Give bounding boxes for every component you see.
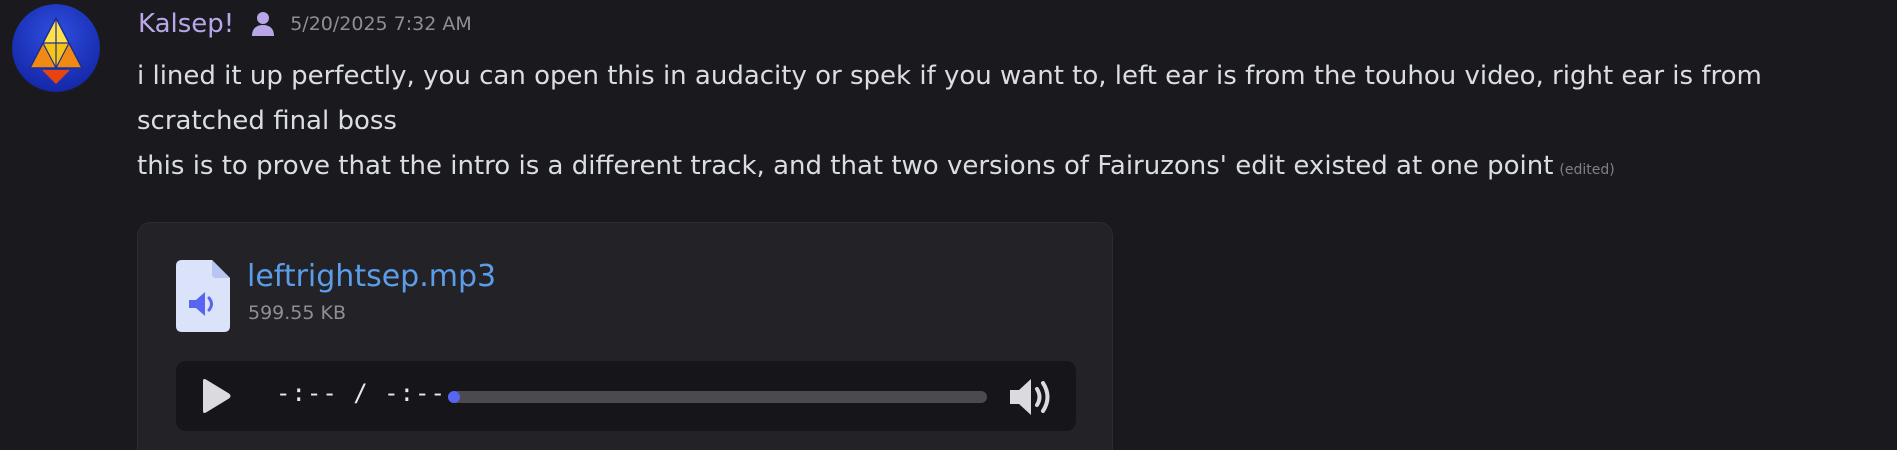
time-display: -:-- / -:-- [276, 379, 446, 407]
avatar[interactable] [12, 4, 100, 92]
triangle-logo-icon [12, 4, 100, 92]
audio-attachment: leftrightsep.mp3 599.55 KB -:-- / -:-- [137, 222, 1113, 450]
message-content: i lined it up perfectly, you can open th… [137, 54, 1877, 193]
chat-message: Kalsep! 5/20/2025 7:32 AM i lined it up … [0, 0, 1897, 450]
file-name-link[interactable]: leftrightsep.mp3 [247, 259, 496, 294]
file-size: 599.55 KB [248, 302, 347, 324]
message-line: i lined it up perfectly, you can open th… [137, 61, 1762, 136]
message-line-text: this is to prove that the intro is a dif… [137, 151, 1554, 181]
volume-icon [1010, 379, 1050, 415]
play-button[interactable] [194, 376, 234, 416]
message-header: Kalsep! 5/20/2025 7:32 AM [138, 6, 472, 42]
progress-fill [448, 391, 460, 403]
username[interactable]: Kalsep! [138, 9, 234, 39]
audio-file-icon [176, 260, 230, 332]
progress-bar[interactable] [448, 391, 987, 403]
timestamp: 5/20/2025 7:32 AM [290, 13, 472, 35]
volume-button[interactable] [1006, 375, 1054, 419]
audio-player: -:-- / -:-- [176, 361, 1076, 431]
edited-label: (edited) [1559, 162, 1615, 178]
play-icon [203, 379, 231, 413]
person-icon[interactable] [248, 9, 278, 39]
message-line: this is to prove that the intro is a dif… [137, 144, 1877, 193]
